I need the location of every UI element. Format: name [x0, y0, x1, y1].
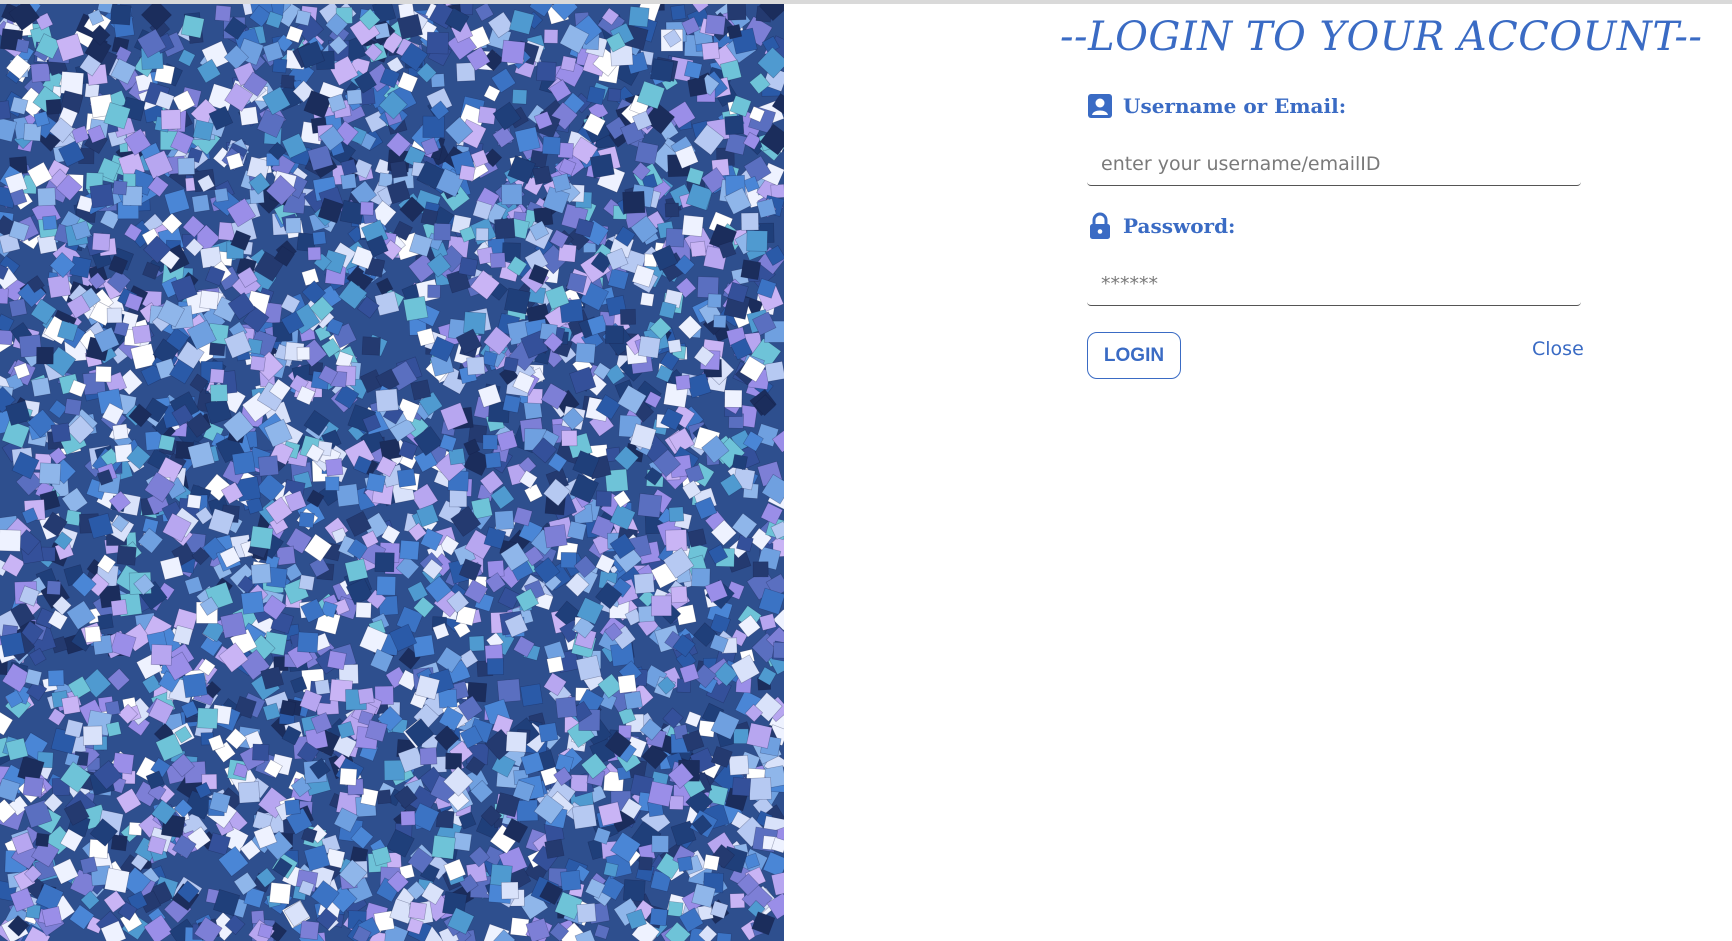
- password-label-text: Password:: [1123, 214, 1236, 238]
- login-button[interactable]: LOGIN: [1087, 332, 1181, 379]
- lock-icon: [1087, 212, 1113, 240]
- username-input[interactable]: [1087, 142, 1581, 186]
- page-title: --LOGIN TO YOUR ACCOUNT--: [1060, 14, 1703, 60]
- close-link[interactable]: Close: [1532, 338, 1584, 360]
- account-box-icon: [1087, 92, 1113, 120]
- username-label-text: Username or Email:: [1123, 94, 1347, 118]
- glitter-background-image: [0, 4, 784, 941]
- password-input[interactable]: [1087, 262, 1581, 306]
- password-label: Password:: [1087, 212, 1235, 240]
- login-form: --LOGIN TO YOUR ACCOUNT-- Username or Em…: [784, 4, 1732, 941]
- username-label: Username or Email:: [1087, 92, 1346, 120]
